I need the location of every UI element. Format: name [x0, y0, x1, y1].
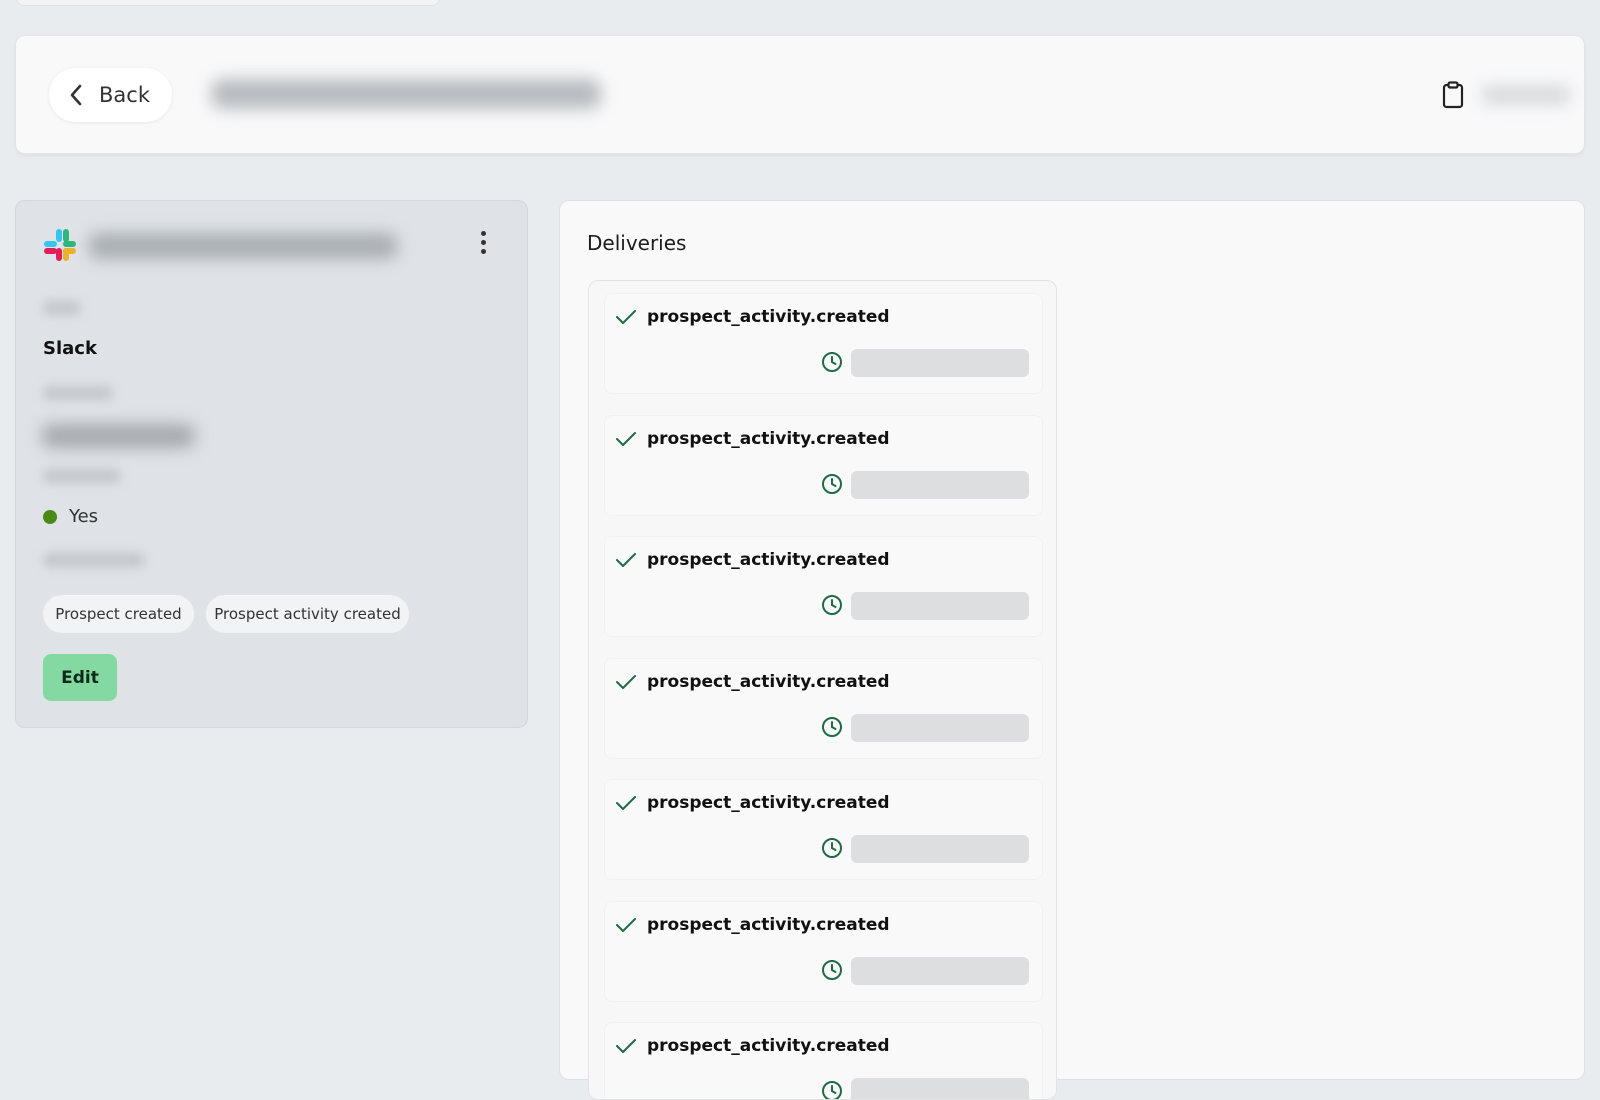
page-header: Back [15, 35, 1585, 154]
delivery-item[interactable]: prospect_activity.created [604, 900, 1043, 1002]
deliveries-list: prospect_activity.created prospect_activi… [588, 280, 1057, 1100]
type-label-redacted [43, 301, 81, 315]
field-label-redacted [43, 386, 113, 400]
slack-logo-icon [44, 229, 76, 261]
delivery-timestamp-redacted [851, 713, 1029, 742]
field-value-redacted [41, 424, 196, 448]
status-row: Yes [43, 506, 98, 527]
deliveries-title: Deliveries [587, 231, 687, 255]
delivery-timestamp-redacted [851, 956, 1029, 985]
back-button-label: Back [99, 83, 150, 107]
delivery-item[interactable]: prospect_activity.created [604, 536, 1043, 637]
delivery-item[interactable]: prospect_activity.created [604, 293, 1043, 394]
delivery-item[interactable]: prospect_activity.created [604, 657, 1043, 759]
clock-icon [822, 595, 842, 615]
event-chip-prospect-created: Prospect created [42, 594, 195, 634]
integration-type-value: Slack [43, 338, 97, 359]
integration-name-redacted [88, 233, 398, 259]
edit-button[interactable]: Edit [43, 654, 117, 701]
check-icon [616, 431, 636, 446]
clock-icon [822, 959, 842, 980]
clock-icon [822, 838, 842, 858]
delivery-item[interactable]: prospect_activity.created [604, 779, 1043, 880]
check-icon [616, 310, 636, 324]
check-icon [616, 553, 636, 567]
chevron-left-icon [70, 84, 82, 106]
status-dot [43, 509, 57, 524]
delivery-timestamp-redacted [851, 1078, 1029, 1099]
deliveries-card: Deliveries prospect_activity.created pros… [559, 200, 1585, 1100]
delivery-timestamp-redacted [851, 470, 1029, 499]
event-chip-prospect-activity-created: Prospect activity created [205, 594, 410, 634]
delivery-event-name: prospect_activity.created [647, 307, 890, 327]
check-icon [616, 796, 636, 810]
delivery-event-name: prospect_activity.created [647, 1036, 890, 1056]
delivery-timestamp-redacted [851, 835, 1029, 863]
kebab-menu-icon[interactable] [478, 231, 488, 261]
header-action-redacted[interactable] [1481, 86, 1571, 104]
top-strip [16, 0, 440, 6]
clock-icon [822, 473, 842, 494]
delivery-timestamp-redacted [851, 592, 1029, 620]
integration-details-card: Slack Yes Prospect created Prospect acti… [15, 200, 528, 728]
check-icon [616, 917, 636, 932]
delivery-event-name: prospect_activity.created [647, 550, 890, 570]
delivery-event-name: prospect_activity.created [647, 914, 890, 935]
clock-icon [822, 716, 842, 737]
status-value: Yes [69, 506, 99, 527]
clock-icon [822, 1081, 842, 1099]
page-title-redacted [211, 79, 601, 109]
check-icon [616, 674, 636, 689]
check-icon [616, 1039, 636, 1053]
delivery-event-name: prospect_activity.created [647, 428, 890, 449]
delivery-item[interactable]: prospect_activity.created [604, 1022, 1043, 1099]
status-label-redacted [43, 469, 121, 483]
clock-icon [822, 352, 842, 372]
clipboard-icon[interactable] [1440, 80, 1466, 110]
delivery-event-name: prospect_activity.created [647, 793, 890, 813]
back-button[interactable]: Back [49, 68, 172, 122]
events-label-redacted [43, 553, 145, 567]
delivery-timestamp-redacted [851, 349, 1029, 377]
delivery-item[interactable]: prospect_activity.created [604, 414, 1043, 516]
delivery-event-name: prospect_activity.created [647, 671, 890, 692]
